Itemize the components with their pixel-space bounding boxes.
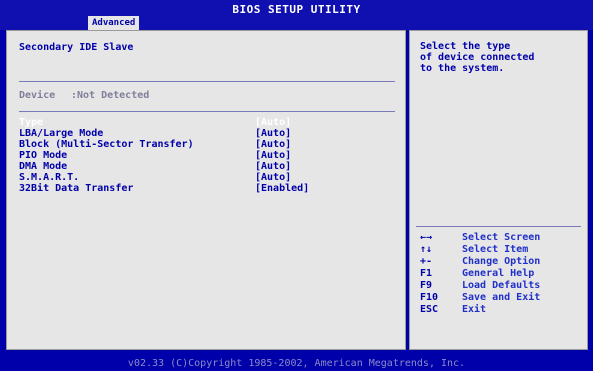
key-action: Save and Exit <box>462 292 541 303</box>
setting-value: [Auto] <box>255 150 292 161</box>
help-text-line: of device connected <box>420 52 535 63</box>
title-bar: BIOS SETUP UTILITY Advanced <box>0 0 593 30</box>
setting-label: LBA/Large Mode <box>19 128 104 139</box>
help-panel: Select the type of device connected to t… <box>409 30 588 350</box>
divider <box>416 226 581 227</box>
setting-label: S.M.A.R.T. <box>19 172 80 183</box>
key-action: Load Defaults <box>462 280 541 291</box>
setting-value: [Auto] <box>255 139 292 150</box>
arrow-up-down-icon: ↑↓ <box>420 244 433 255</box>
setting-label: DMA Mode <box>19 161 68 172</box>
divider <box>19 111 395 112</box>
key-action: Select Screen <box>462 232 541 243</box>
help-text-line: Select the type <box>420 41 511 52</box>
divider <box>19 81 395 82</box>
setting-value: [Auto] <box>255 161 292 172</box>
bios-title: BIOS SETUP UTILITY <box>232 3 361 16</box>
section-title: Secondary IDE Slave <box>19 42 134 53</box>
setting-label: Block (Multi-Sector Transfer) <box>19 139 194 150</box>
key-action: Change Option <box>462 256 541 267</box>
key-action: Select Item <box>462 244 529 255</box>
setting-value: [Auto] <box>255 128 292 139</box>
key-action: General Help <box>462 268 535 279</box>
footer: v02.33 (C)Copyright 1985-2002, American … <box>0 353 593 371</box>
setting-value: [Enabled] <box>255 183 310 194</box>
key-action: Exit <box>462 304 487 315</box>
setting-value: [Auto] <box>255 172 292 183</box>
tab-advanced[interactable]: Advanced <box>88 16 140 30</box>
device-label: Device <box>19 90 56 101</box>
key-label: +- <box>420 256 433 267</box>
setting-label: PIO Mode <box>19 150 68 161</box>
key-label: F10 <box>420 292 439 303</box>
device-value: :Not Detected <box>71 90 150 101</box>
setting-value: [Auto] <box>255 117 292 128</box>
copyright-text: v02.33 (C)Copyright 1985-2002, American … <box>127 358 466 369</box>
key-label: F9 <box>420 280 433 291</box>
setting-label: Type <box>19 117 44 128</box>
key-label: F1 <box>420 268 433 279</box>
arrow-left-right-icon: ←→ <box>420 232 433 243</box>
key-label: ESC <box>420 304 439 315</box>
help-text-line: to the system. <box>420 63 505 74</box>
settings-panel: Secondary IDE Slave Device :Not Detected… <box>6 30 406 350</box>
setting-label: 32Bit Data Transfer <box>19 183 134 194</box>
